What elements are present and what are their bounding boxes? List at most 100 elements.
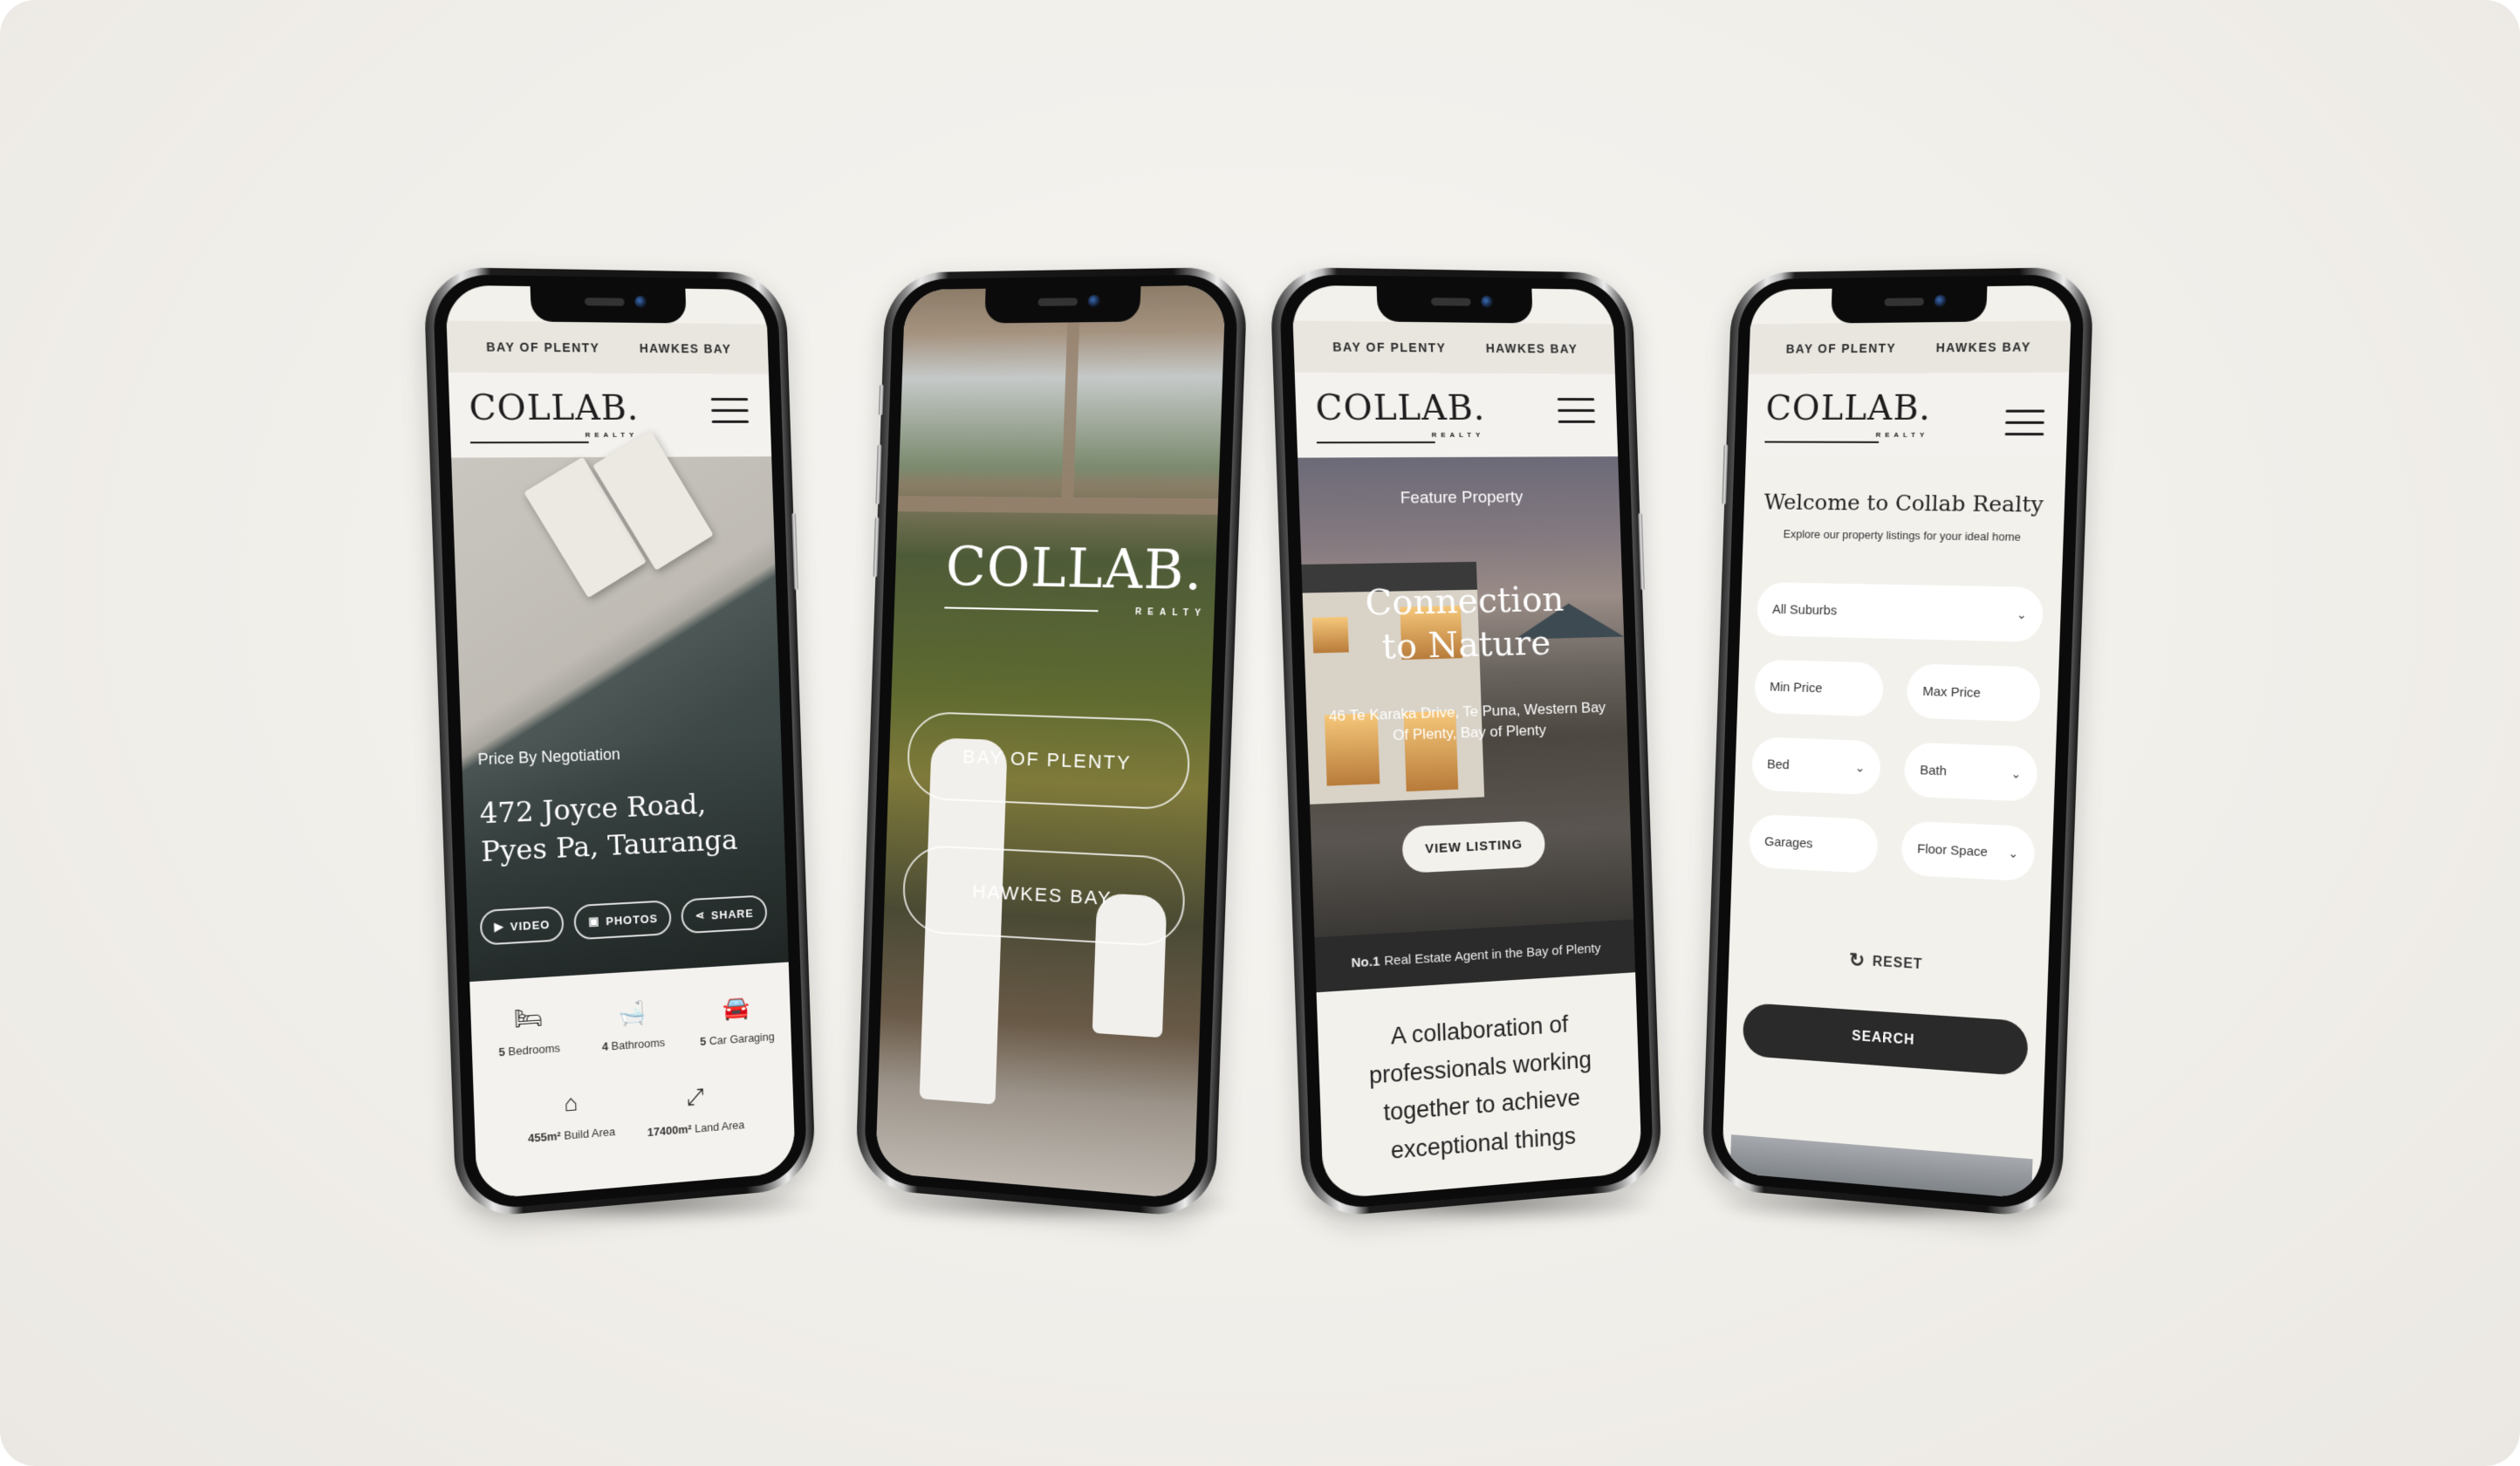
bed-icon: 🛏: [513, 1004, 544, 1032]
tagline: A collaboration of professionals working…: [1368, 1010, 1592, 1164]
stat-bathrooms: 🛁 4 Bathrooms: [576, 996, 689, 1055]
photos-icon: ▣: [587, 914, 600, 928]
price-label: Price By Negotiation: [477, 745, 621, 769]
screen: COLLAB. REALTY BAY OF PLENTY HAWKES BAY: [875, 284, 1226, 1200]
garages-input[interactable]: Garages: [1748, 813, 1879, 874]
chevron-down-icon: ⌄: [2008, 845, 2019, 860]
region-nav: BAY OF PLENTY HAWKES BAY: [446, 320, 769, 374]
notch: [984, 286, 1141, 324]
notch: [1376, 286, 1533, 324]
hawkes-bay-button[interactable]: HAWKES BAY: [901, 844, 1187, 949]
suburbs-select[interactable]: All Suburbs ⌄: [1756, 582, 2044, 643]
logo-rule: [469, 441, 589, 444]
phone-region-select: COLLAB. REALTY BAY OF PLENTY HAWKES BAY: [854, 266, 1249, 1220]
feature-title: Connection to Nature: [1364, 579, 1565, 668]
region-link-hawkes-bay[interactable]: HAWKES BAY: [1935, 339, 2031, 354]
video-button[interactable]: ▶ VIDEO: [479, 905, 565, 946]
welcome-heading: Welcome to Collab Realty: [1763, 489, 2044, 517]
min-price-input[interactable]: Min Price: [1753, 659, 1885, 717]
land-area-icon: ⤢: [686, 1083, 705, 1111]
stat-build-area: ⌂ 455m² Build Area: [509, 1086, 632, 1147]
video-label: VIDEO: [510, 917, 551, 934]
site-header: COLLAB. REALTY: [1745, 372, 2070, 458]
share-label: SHARE: [710, 906, 754, 921]
logo-subtitle: REALTY: [1875, 430, 1929, 439]
phone-property-search: BAY OF PLENTY HAWKES BAY COLLAB. REALTY …: [1701, 266, 2095, 1220]
logo-wordmark: COLLAB.: [1764, 387, 1932, 428]
max-price-placeholder: Max Price: [1922, 683, 1982, 701]
logo: COLLAB. REALTY: [944, 534, 1207, 619]
logo-subtitle: REALTY: [585, 430, 639, 439]
bed-value: Bed: [1766, 757, 1791, 772]
photos-button[interactable]: ▣ PHOTOS: [573, 900, 673, 941]
photos-label: PHOTOS: [606, 911, 659, 928]
region-link-bay-of-plenty[interactable]: BAY OF PLENTY: [1786, 341, 1897, 356]
refresh-icon: ↻: [1848, 949, 1866, 972]
property-hero-image: Price By Negotiation 472 Joyce Road, Pye…: [451, 430, 789, 983]
stat-land-area: ⤢ 17400m² Land Area: [631, 1079, 759, 1141]
logo-rule: [1764, 441, 1880, 443]
chevron-down-icon: ⌄: [2010, 765, 2022, 781]
feature-address: 46 Te Karaka Drive, Te Puna, Western Bay…: [1328, 699, 1606, 743]
chevron-down-icon: ⌄: [2016, 606, 2028, 621]
bath-value: Bath: [1920, 762, 1948, 778]
region-nav: BAY OF PLENTY HAWKES BAY: [1749, 320, 2071, 374]
hamburger-icon[interactable]: [1557, 398, 1596, 426]
search-button[interactable]: SEARCH: [1742, 1002, 2029, 1077]
property-address: 472 Joyce Road, Pyes Pa, Tauranga: [479, 784, 738, 872]
logo[interactable]: COLLAB. REALTY: [468, 387, 640, 444]
feature-label: Feature Property: [1400, 488, 1524, 508]
bath-select[interactable]: Bath ⌄: [1903, 742, 2038, 802]
max-price-input[interactable]: Max Price: [1906, 663, 2042, 723]
logo[interactable]: COLLAB. REALTY: [1314, 387, 1486, 444]
screen: BAY OF PLENTY HAWKES BAY COLLAB. REALTY …: [1722, 284, 2072, 1200]
notch: [530, 286, 687, 324]
logo[interactable]: COLLAB. REALTY: [1764, 387, 1932, 443]
phone-home-feature: BAY OF PLENTY HAWKES BAY COLLAB. REALTY: [1269, 266, 1663, 1220]
logo-wordmark: COLLAB.: [1314, 387, 1486, 428]
min-price-placeholder: Min Price: [1769, 679, 1823, 695]
notch: [1831, 286, 1988, 324]
property-stats: 🛏 5 Bedrooms 🛁 4 Bathrooms 🚘 5 Car Garag…: [469, 962, 796, 1200]
house-icon: ⌂: [563, 1089, 579, 1117]
bathtub-icon: 🛁: [618, 998, 647, 1027]
chevron-down-icon: ⌄: [1854, 759, 1866, 775]
region-link-bay-of-plenty[interactable]: BAY OF PLENTY: [1332, 339, 1447, 354]
stat-garaging: 🚘 5 Car Garaging: [679, 991, 794, 1050]
agent-rank: No.1: [1351, 953, 1380, 970]
site-header: COLLAB. REALTY: [448, 372, 772, 458]
play-icon: ▶: [494, 919, 504, 934]
mockup-background: BAY OF PLENTY HAWKES BAY COLLAB. REALTY …: [0, 0, 2520, 1466]
logo-wordmark: COLLAB.: [944, 534, 1205, 603]
logo-subtitle: REALTY: [1431, 430, 1485, 439]
hamburger-icon[interactable]: [710, 398, 750, 426]
phone-property-detail: BAY OF PLENTY HAWKES BAY COLLAB. REALTY …: [422, 266, 817, 1220]
reset-label: RESET: [1872, 954, 1923, 973]
logo-rule: [1316, 441, 1435, 444]
share-button[interactable]: ⋖ SHARE: [681, 894, 768, 935]
region-nav: BAY OF PLENTY HAWKES BAY: [1292, 320, 1615, 374]
region-link-hawkes-bay[interactable]: HAWKES BAY: [640, 341, 732, 356]
suburbs-value: All Suburbs: [1771, 601, 1838, 618]
garages-placeholder: Garages: [1763, 833, 1813, 852]
logo-wordmark: COLLAB.: [468, 387, 640, 428]
screen: BAY OF PLENTY HAWKES BAY COLLAB. REALTY: [1291, 284, 1642, 1200]
floor-space-value: Floor Space: [1916, 840, 1989, 860]
bay-of-plenty-button[interactable]: BAY OF PLENTY: [906, 710, 1191, 811]
region-link-hawkes-bay[interactable]: HAWKES BAY: [1486, 341, 1578, 356]
agent-banner-text: Real Estate Agent in the Bay of Plenty: [1384, 940, 1601, 969]
media-actions: ▶ VIDEO ▣ PHOTOS ⋖ SHARE: [479, 894, 777, 946]
welcome-subtitle: Explore our property listings for your i…: [1783, 527, 2022, 544]
site-header: COLLAB. REALTY: [1294, 372, 1619, 458]
feature-property-image: Feature Property Connection to Nature 46…: [1298, 456, 1634, 938]
screen: BAY OF PLENTY HAWKES BAY COLLAB. REALTY …: [445, 284, 796, 1200]
garage-icon: 🚘: [722, 993, 750, 1022]
floor-space-select[interactable]: Floor Space ⌄: [1900, 820, 2036, 882]
share-icon: ⋖: [695, 908, 706, 922]
region-link-bay-of-plenty[interactable]: BAY OF PLENTY: [486, 339, 600, 354]
stat-bedrooms: 🛏 5 Bedrooms: [470, 1001, 586, 1060]
view-listing-button[interactable]: VIEW LISTING: [1401, 820, 1546, 873]
hamburger-icon[interactable]: [2004, 409, 2045, 439]
bed-select[interactable]: Bed ⌄: [1750, 736, 1882, 796]
reset-button[interactable]: ↻ RESET: [1729, 942, 2049, 983]
